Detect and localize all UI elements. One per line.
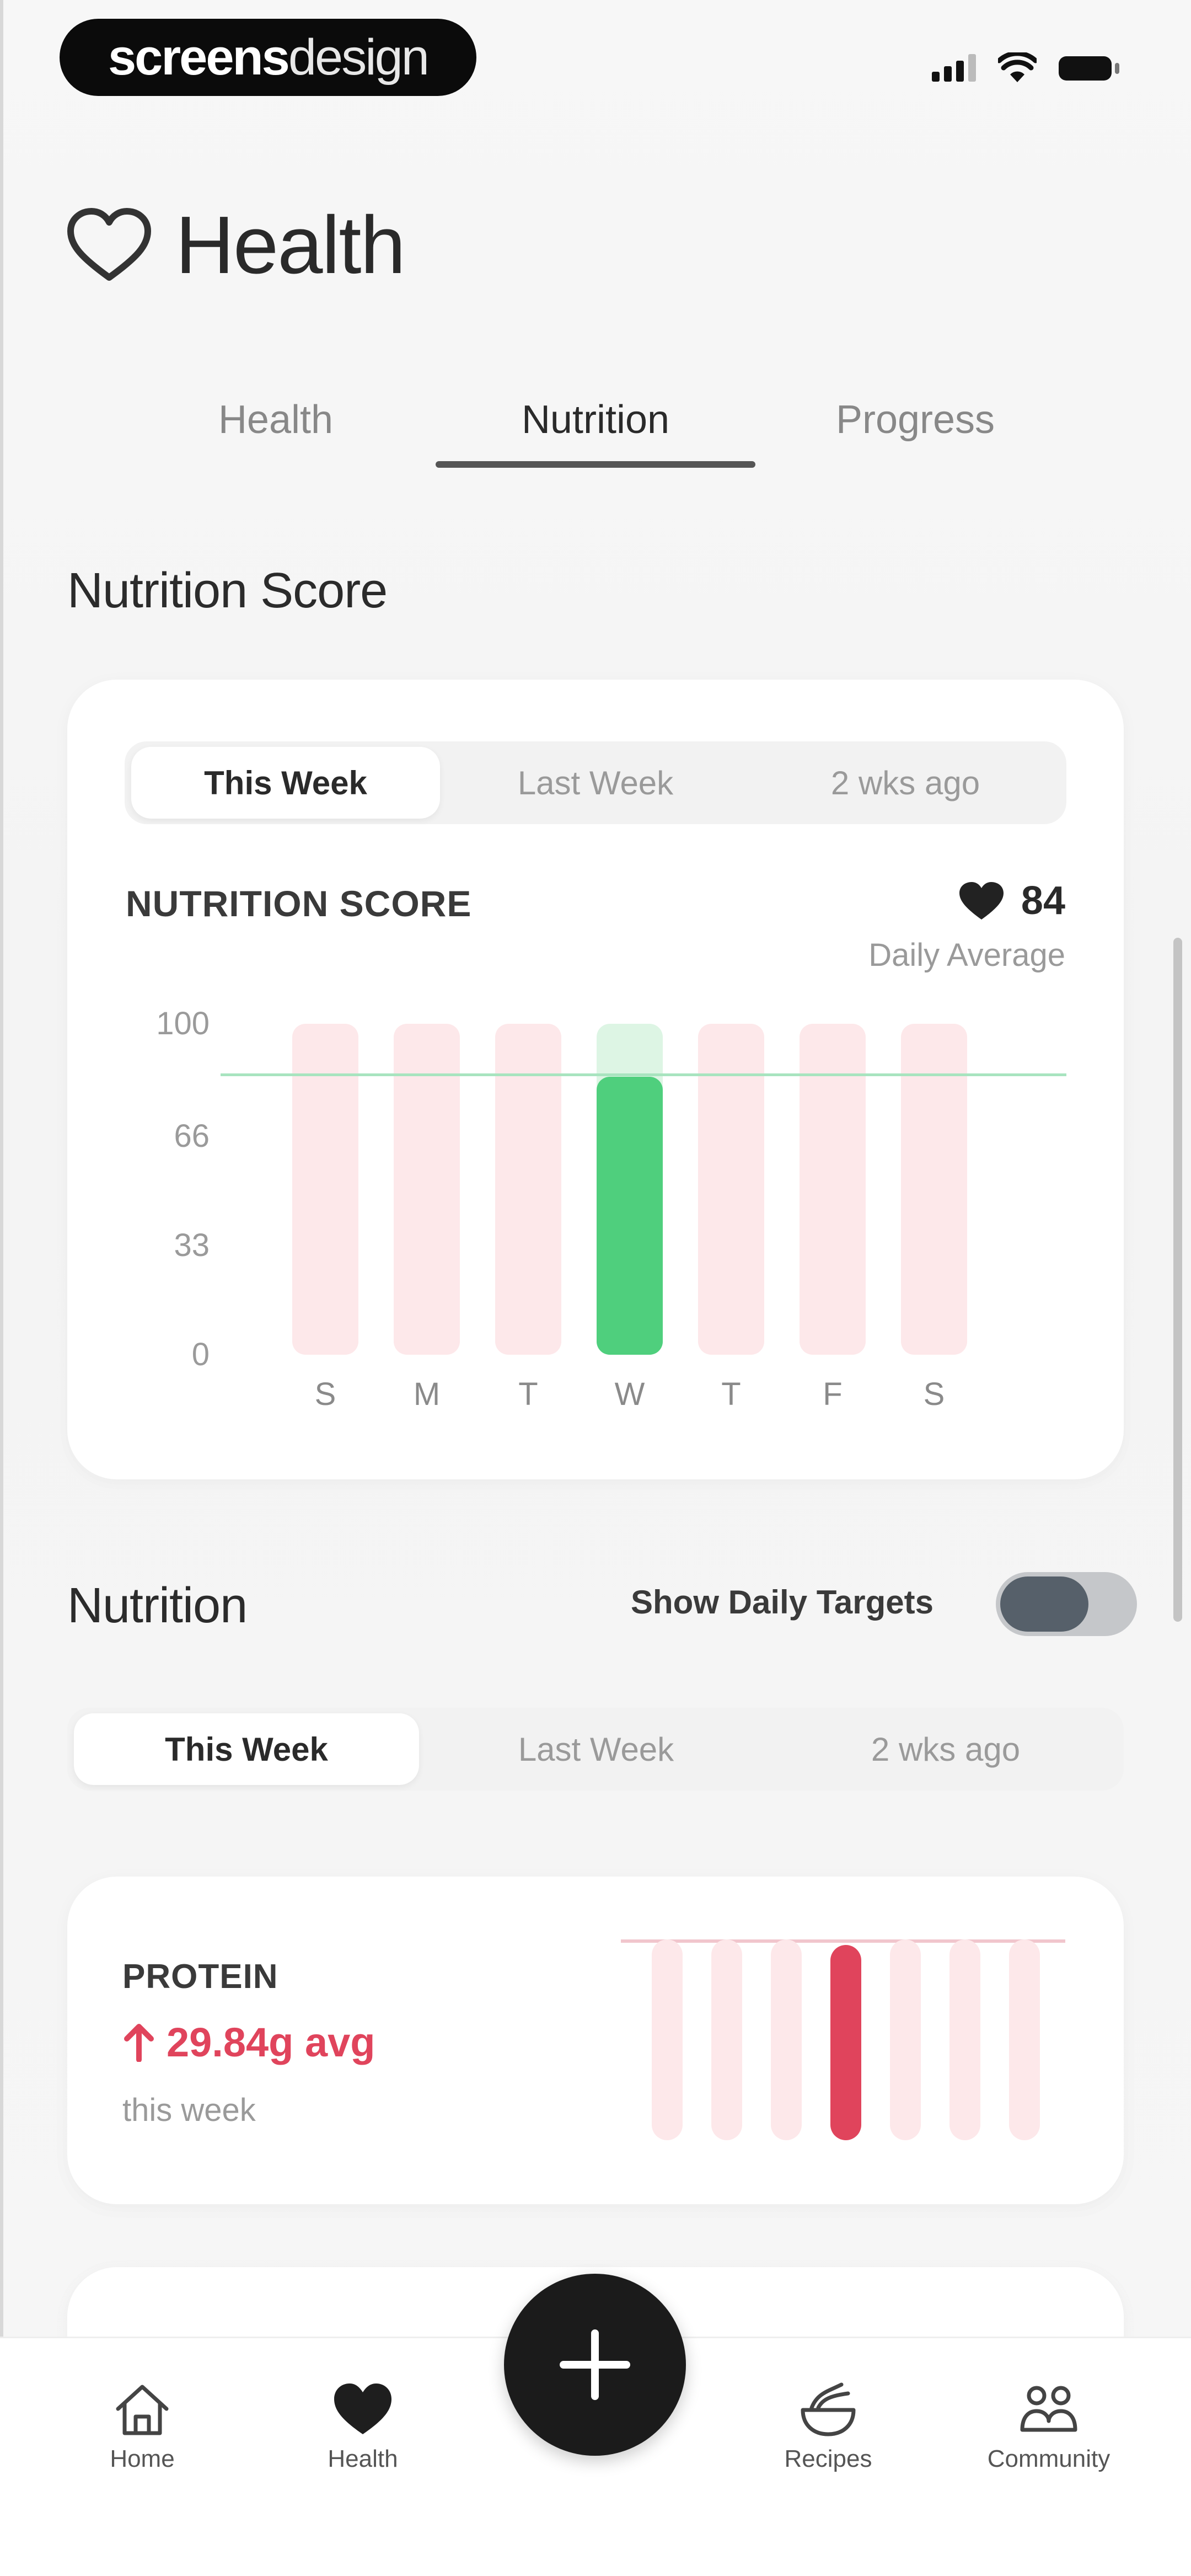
score-caption: Daily Average: [868, 937, 1065, 973]
add-button[interactable]: [504, 2274, 686, 2456]
x-tick-label: M: [413, 1376, 441, 1412]
protein-bar-track: [652, 1939, 683, 2140]
x-tick-label: S: [314, 1376, 336, 1412]
nav-recipes[interactable]: Recipes: [745, 2377, 911, 2473]
nav-community[interactable]: Community: [966, 2377, 1131, 2473]
score-value: 84: [1021, 879, 1065, 923]
active-tab-indicator: [436, 461, 755, 468]
arrow-up-icon: [124, 2023, 154, 2062]
y-tick-label: 66: [174, 1118, 210, 1154]
heart-icon: [334, 2383, 391, 2434]
battery-icon: [1059, 54, 1119, 82]
status-bar: screens design: [0, 0, 1191, 110]
heart-outline-icon: [67, 208, 151, 281]
nav-health[interactable]: Health: [280, 2377, 446, 2473]
community-icon: [1020, 2386, 1077, 2432]
protein-bar-track: [1009, 1939, 1040, 2140]
protein-bar-track: [890, 1939, 921, 2140]
tab-progress[interactable]: Progress: [805, 397, 1026, 442]
y-tick-label: 0: [191, 1337, 210, 1372]
status-icons: [932, 49, 1119, 87]
x-tick-label: W: [614, 1376, 645, 1412]
recipes-icon: [801, 2382, 856, 2436]
protein-bar: [830, 1945, 861, 2140]
protein-target-line: [621, 1939, 1065, 1943]
x-tick-label: T: [721, 1376, 741, 1412]
nutrition-period-selector: This Week Last Week 2 wks ago: [67, 1708, 1124, 1791]
brand-logo: screens design: [60, 19, 476, 96]
cellular-signal-icon: [932, 54, 976, 82]
top-tab-bar: Health Nutrition Progress: [0, 375, 1191, 474]
tab-health[interactable]: Health: [165, 397, 386, 442]
daily-targets-toggle[interactable]: [996, 1572, 1137, 1636]
protein-period: this week: [122, 2092, 256, 2128]
protein-bar-track: [949, 1939, 980, 2140]
x-tick-label: S: [923, 1376, 945, 1412]
nav-home[interactable]: Home: [60, 2377, 225, 2473]
toggle-knob: [1000, 1576, 1088, 1632]
nutrition-heading: Nutrition: [67, 1578, 248, 1633]
nutrition-period-this-week[interactable]: This Week: [74, 1713, 419, 1785]
wifi-icon: [998, 52, 1037, 82]
page-title: Health: [175, 200, 406, 291]
score-period-this-week[interactable]: This Week: [131, 747, 440, 819]
score-period-last-week[interactable]: Last Week: [441, 741, 750, 824]
daily-targets-label: Show Daily Targets: [631, 1584, 934, 1621]
y-tick-label: 100: [156, 1006, 210, 1041]
protein-bar-track: [711, 1939, 742, 2140]
protein-bar-track: [771, 1939, 802, 2140]
x-tick-label: F: [823, 1376, 843, 1412]
protein-average: 29.84g avg: [122, 2019, 375, 2066]
daily-average-score: 84: [958, 878, 1065, 923]
chart-title: NUTRITION SCORE: [126, 883, 472, 924]
heart-icon: [959, 882, 1004, 920]
page-header: Health: [65, 199, 406, 292]
nutrition-score-heading: Nutrition Score: [67, 563, 388, 618]
plus-icon: [560, 2329, 630, 2400]
y-tick-label: 33: [174, 1227, 210, 1263]
nutrition-period-last-week[interactable]: Last Week: [423, 1708, 769, 1791]
target-line: [221, 1073, 1066, 1076]
home-icon: [116, 2385, 169, 2435]
scrollbar[interactable]: [1173, 938, 1182, 1622]
score-period-selector: This Week Last Week 2 wks ago: [125, 741, 1066, 824]
nutrition-period-2-wks-ago[interactable]: 2 wks ago: [773, 1708, 1118, 1791]
tab-nutrition[interactable]: Nutrition: [485, 397, 706, 442]
score-period-2-wks-ago[interactable]: 2 wks ago: [751, 741, 1060, 824]
app-screen: screens design Health Health Nutrition Pr…: [0, 0, 1191, 2576]
score-bar[interactable]: [597, 1077, 663, 1355]
x-tick-label: T: [518, 1376, 538, 1412]
protein-label: PROTEIN: [122, 1958, 278, 1996]
